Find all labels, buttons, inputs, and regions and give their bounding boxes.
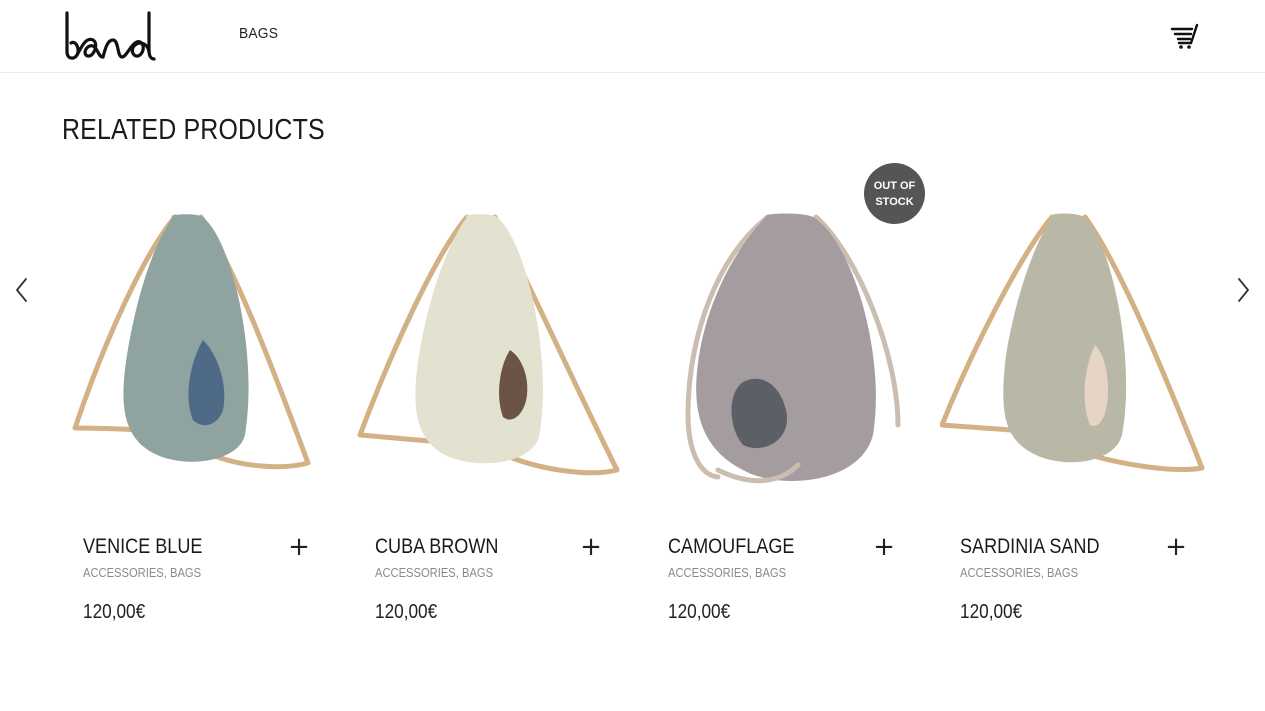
- site-header: band BAGS: [0, 0, 1265, 73]
- category-link[interactable]: ACCESSORIES: [375, 565, 456, 580]
- product-categories: ACCESSORIES, BAGS: [375, 565, 493, 580]
- section-title: RELATED PRODUCTS: [62, 114, 325, 146]
- product-price: 120,00€: [668, 601, 731, 623]
- product-card: VENICE BLUE + ACCESSORIES, BAGS 120,00€: [63, 185, 343, 635]
- category-link[interactable]: BAGS: [462, 565, 493, 580]
- product-categories: ACCESSORIES, BAGS: [668, 565, 786, 580]
- band-logo[interactable]: band: [62, 10, 160, 62]
- category-link[interactable]: ACCESSORIES: [668, 565, 749, 580]
- category-link[interactable]: BAGS: [755, 565, 786, 580]
- add-to-cart-button[interactable]: +: [1165, 534, 1187, 560]
- product-card: CUBA BROWN + ACCESSORIES, BAGS 120,00€: [355, 185, 635, 635]
- product-name[interactable]: SARDINIA SAND: [960, 535, 1100, 559]
- category-link[interactable]: BAGS: [1047, 565, 1078, 580]
- product-price: 120,00€: [83, 601, 146, 623]
- chevron-right-icon[interactable]: [1233, 276, 1253, 304]
- nav-link-bags[interactable]: BAGS: [239, 25, 278, 42]
- product-price: 120,00€: [375, 601, 438, 623]
- product-name[interactable]: VENICE BLUE: [83, 535, 202, 559]
- product-image[interactable]: [63, 185, 343, 495]
- product-image[interactable]: [648, 185, 928, 495]
- badge-line: STOCK: [875, 195, 914, 208]
- category-link[interactable]: ACCESSORIES: [960, 565, 1041, 580]
- product-name[interactable]: CUBA BROWN: [375, 535, 498, 559]
- product-categories: ACCESSORIES, BAGS: [960, 565, 1078, 580]
- product-name[interactable]: CAMOUFLAGE: [668, 535, 794, 559]
- badge-line: OUT OF: [873, 179, 916, 192]
- category-link[interactable]: ACCESSORIES: [83, 565, 164, 580]
- product-card: CAMOUFLAGE + ACCESSORIES, BAGS 120,00€: [648, 185, 928, 635]
- product-image[interactable]: [940, 185, 1220, 495]
- cart-icon[interactable]: [1170, 22, 1202, 50]
- product-image[interactable]: [355, 185, 635, 495]
- add-to-cart-button[interactable]: +: [580, 534, 602, 560]
- out-of-stock-badge: OUT OF STOCK: [864, 163, 925, 224]
- product-card: SARDINIA SAND + ACCESSORIES, BAGS 120,00…: [940, 185, 1220, 635]
- add-to-cart-button[interactable]: +: [288, 534, 310, 560]
- product-categories: ACCESSORIES, BAGS: [83, 565, 201, 580]
- category-link[interactable]: BAGS: [170, 565, 201, 580]
- product-price: 120,00€: [960, 601, 1023, 623]
- chevron-left-icon[interactable]: [12, 276, 32, 304]
- add-to-cart-button[interactable]: +: [873, 534, 895, 560]
